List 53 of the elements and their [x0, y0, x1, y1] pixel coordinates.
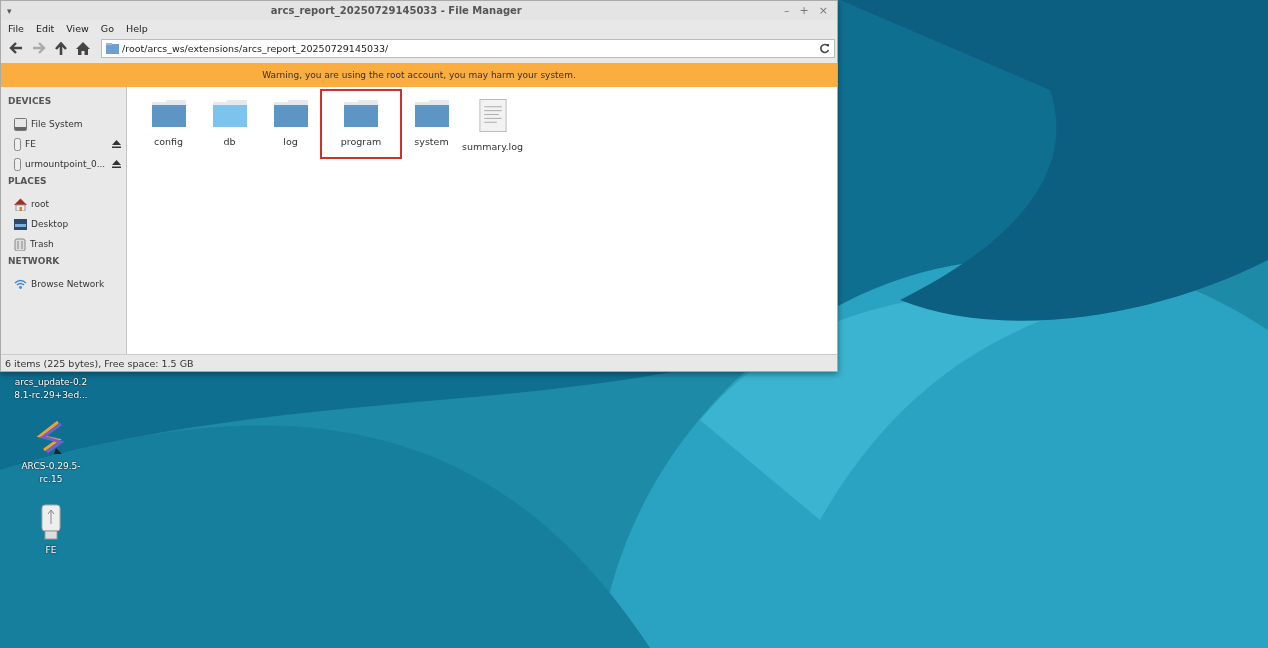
window-control-button[interactable]: × — [815, 4, 831, 17]
folder-item[interactable]: config — [138, 92, 199, 152]
menu-item[interactable]: Edit — [35, 22, 55, 34]
sidebar-item[interactable]: Browse Network — [1, 274, 126, 294]
sidebar-item[interactable]: urmountpoint_0... — [1, 154, 126, 174]
folder-icon — [344, 99, 378, 127]
sidebar-item[interactable]: File System — [1, 114, 126, 134]
desktop-icon-label[interactable]: FE — [45, 544, 57, 557]
back-arrow-icon[interactable] — [9, 42, 23, 54]
home-icon[interactable] — [76, 41, 90, 55]
sidebar-heading: DEVICES — [7, 95, 53, 108]
up-arrow-icon[interactable] — [55, 41, 67, 55]
folder-icon — [151, 99, 186, 127]
eject-icon[interactable] — [112, 160, 121, 168]
sidebar-item[interactable]: FE — [1, 134, 126, 154]
desktop-icon-label[interactable]: arcs_update-0.2 8.1-rc.29+3ed... — [14, 376, 88, 402]
wifi-icon — [14, 279, 27, 289]
window-control-button[interactable]: + — [796, 4, 812, 17]
folder-icon — [106, 42, 119, 54]
menu-item[interactable]: File — [8, 22, 24, 34]
usb-drive-icon — [14, 137, 21, 151]
sidebar-item[interactable]: Trash — [1, 234, 126, 254]
window-menu-button[interactable]: ▾ — [7, 5, 12, 16]
sidebar-heading: PLACES — [7, 175, 48, 188]
reload-icon[interactable] — [819, 42, 830, 54]
folder-icon — [273, 99, 308, 127]
folder-icon — [212, 99, 247, 127]
window-title: arcs_report_20250729145033 - File Manager — [269, 5, 523, 16]
usb-drive-icon[interactable] — [41, 504, 61, 540]
menu-item[interactable]: Go — [100, 22, 115, 34]
home-icon — [14, 197, 27, 211]
drive-icon — [14, 117, 27, 131]
address-field[interactable]: /root/arcs_ws/extensions/arcs_report_20250729145033/ — [101, 38, 835, 58]
document-item[interactable]: summary.log — [462, 92, 523, 152]
document-icon — [478, 99, 507, 132]
menu-item[interactable]: View — [66, 22, 89, 34]
desktop-icon-label[interactable]: ARCS-0.29.5- rc.15 — [21, 460, 81, 486]
folder-item[interactable]: log — [260, 92, 321, 152]
sidebar-item[interactable]: root — [1, 194, 126, 214]
menu-item[interactable]: Help — [126, 22, 148, 34]
trash-icon — [14, 237, 26, 251]
sidebar-item[interactable]: Desktop — [1, 214, 126, 234]
window-control-button[interactable]: – — [781, 4, 793, 17]
status-text: 6 items (225 bytes), Free space: 1.5 GB — [5, 357, 194, 369]
folder-item[interactable]: system — [401, 92, 462, 152]
folder-item[interactable]: db — [199, 92, 260, 152]
warning-text: Warning, you are using the root account, you may harm your system. — [262, 70, 576, 80]
folder-item[interactable]: program — [321, 90, 401, 158]
sidebar-heading: NETWORK — [7, 255, 61, 268]
eject-icon[interactable] — [112, 140, 121, 148]
folder-icon — [414, 99, 449, 127]
desktop-icon — [14, 218, 27, 230]
usb-drive-icon — [14, 157, 21, 171]
